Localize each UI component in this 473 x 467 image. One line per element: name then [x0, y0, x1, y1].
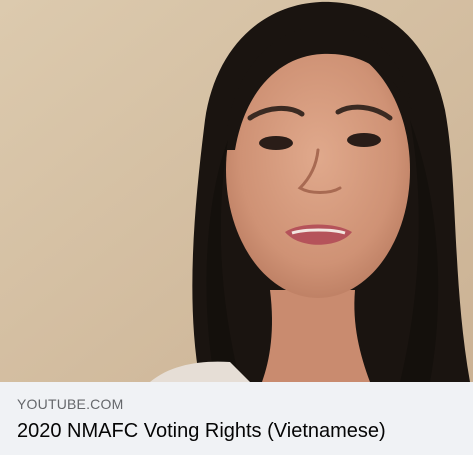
link-title[interactable]: 2020 NMAFC Voting Rights (Vietnamese): [17, 420, 386, 443]
video-thumbnail[interactable]: [0, 0, 473, 382]
link-preview-meta[interactable]: YOUTUBE.COM 2020 NMAFC Voting Rights (Vi…: [0, 382, 473, 455]
card-bottom-spacer: [0, 455, 473, 467]
link-preview-card[interactable]: YOUTUBE.COM 2020 NMAFC Voting Rights (Vi…: [0, 0, 473, 455]
link-domain: YOUTUBE.COM: [17, 396, 124, 412]
